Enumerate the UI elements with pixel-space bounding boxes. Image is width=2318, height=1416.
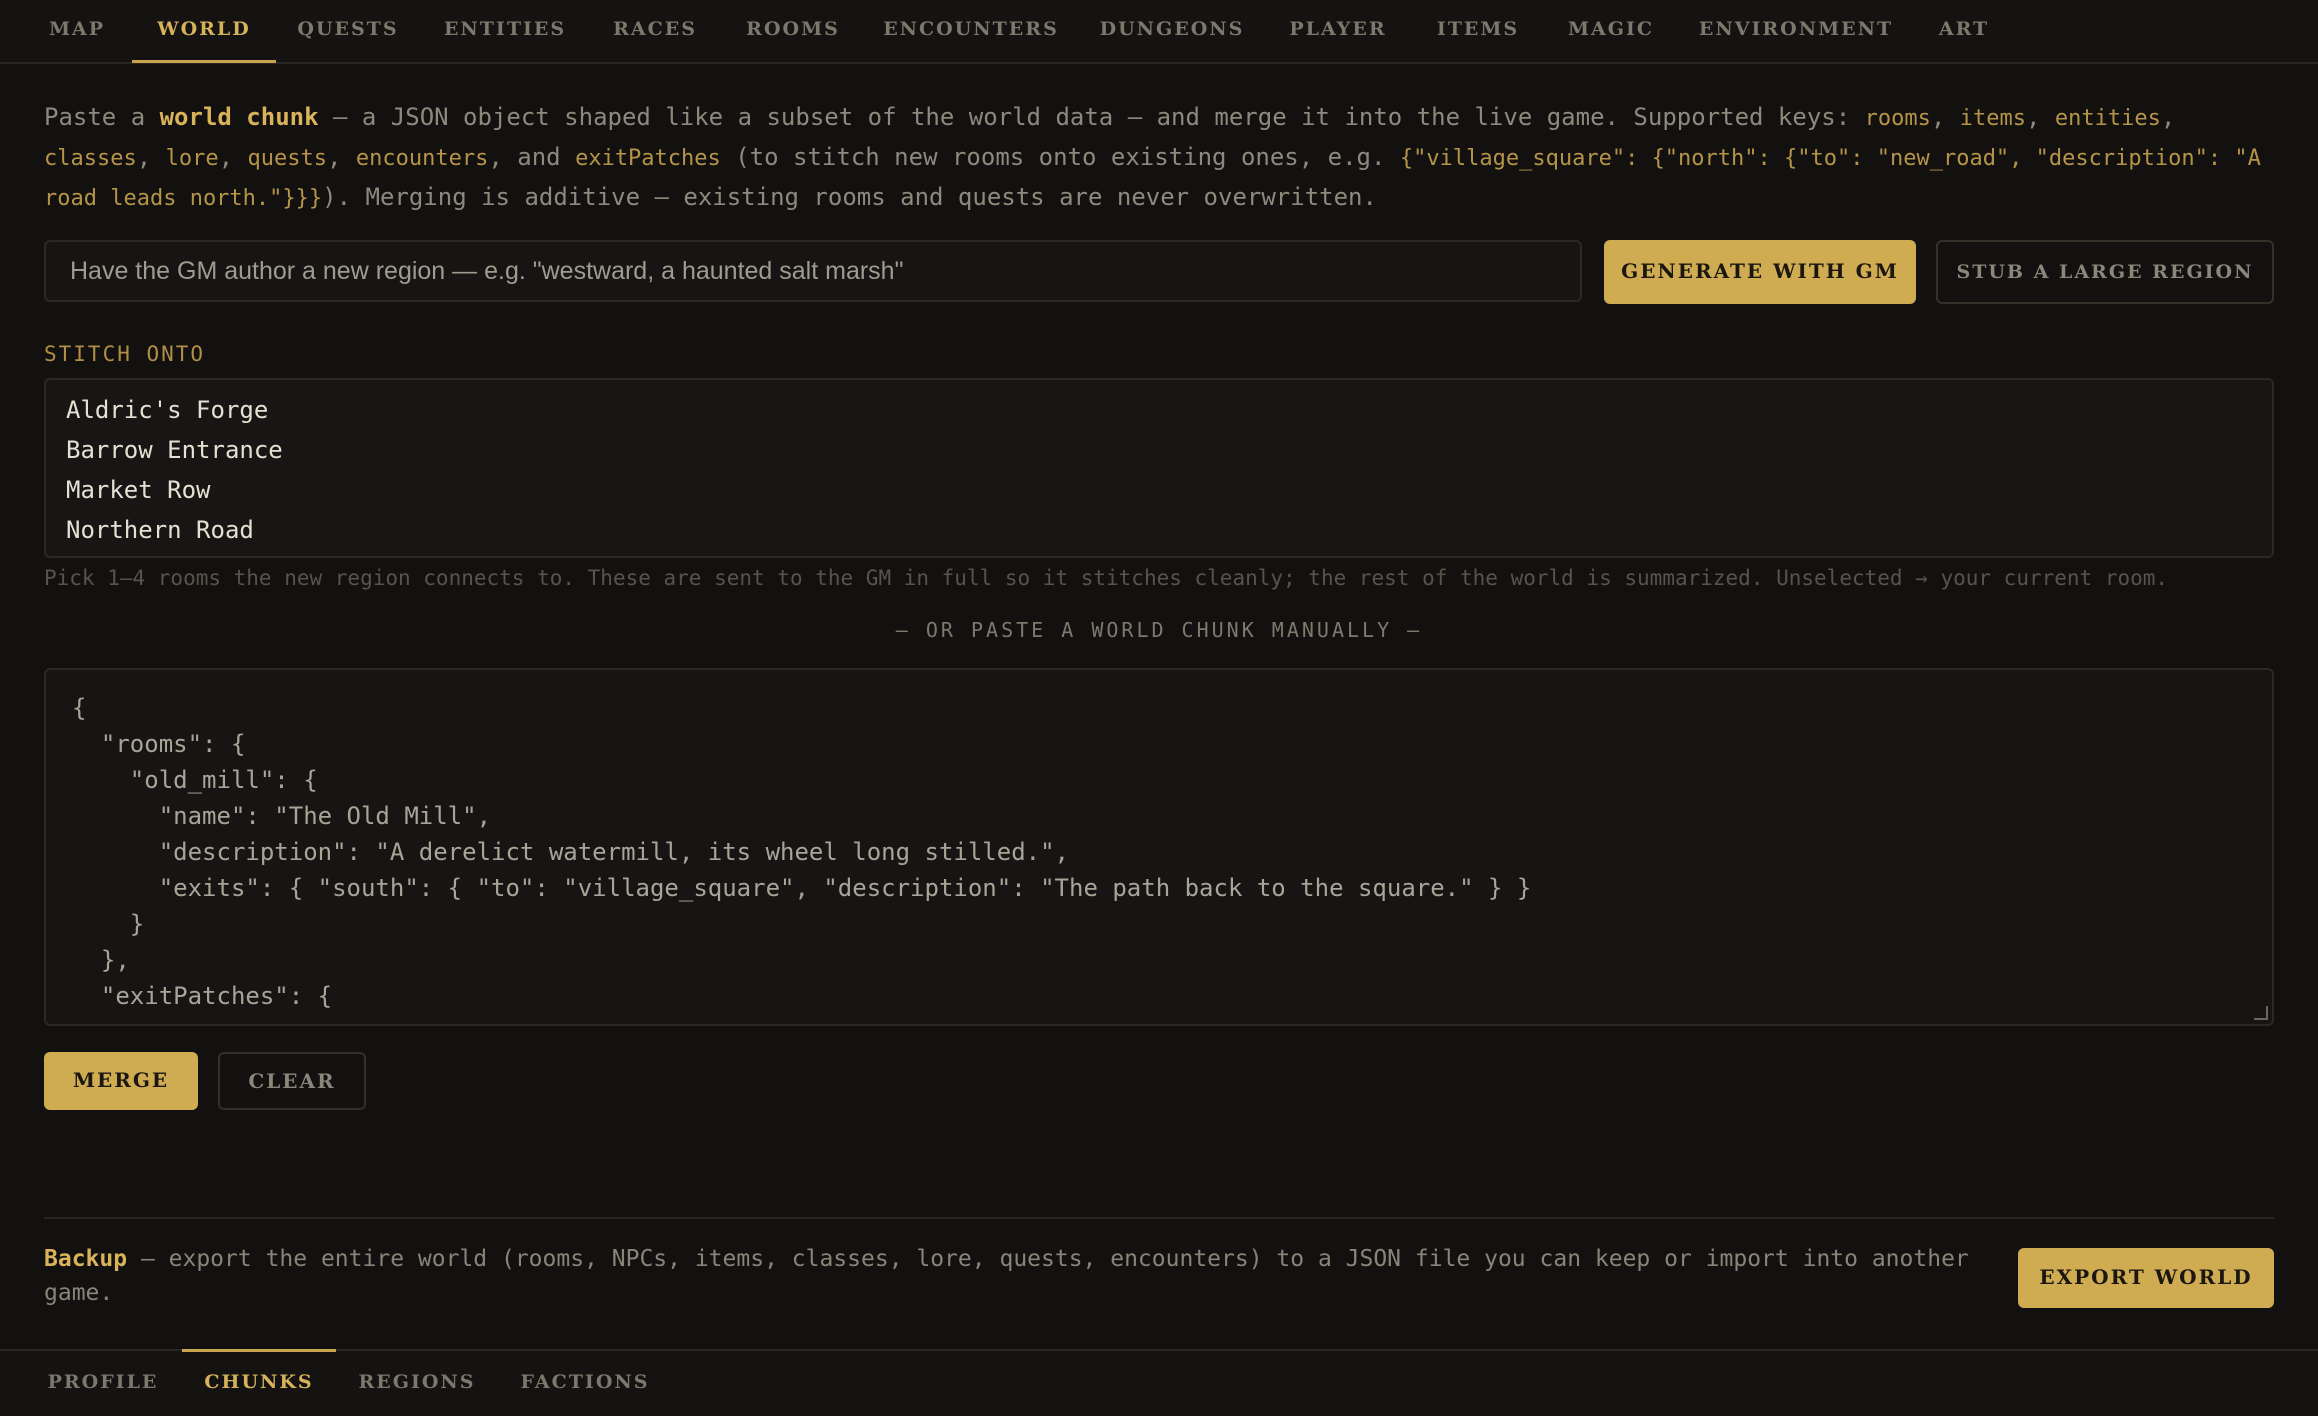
key-lore: lore	[165, 146, 219, 171]
tab-items[interactable]: ITEMS	[1428, 0, 1528, 62]
key-exitpatches: exitPatches	[575, 146, 721, 171]
stub-large-region-button[interactable]: STUB A LARGE REGION	[1936, 240, 2274, 304]
intro-text-1: Paste a	[44, 103, 160, 131]
tab-races[interactable]: RACES	[602, 0, 708, 62]
clear-button[interactable]: CLEAR	[218, 1052, 366, 1110]
tab-magic[interactable]: MAGIC	[1556, 0, 1666, 62]
key-classes: classes	[44, 146, 137, 171]
tab-environment[interactable]: ENVIRONMENT	[1696, 0, 1896, 62]
tab-player[interactable]: PLAYER	[1276, 0, 1400, 62]
stitch-option[interactable]: Barrow Entrance	[66, 430, 2252, 470]
tab-rooms[interactable]: ROOMS	[734, 0, 852, 62]
merge-button[interactable]: MERGE	[44, 1052, 198, 1110]
key-rooms: rooms	[1864, 106, 1931, 131]
manual-divider: — OR PASTE A WORLD CHUNK MANUALLY —	[895, 618, 1423, 642]
tab-world[interactable]: WORLD	[132, 0, 276, 63]
section-divider	[44, 1217, 2274, 1219]
stitch-option[interactable]: Market Row	[66, 470, 2252, 510]
backup-text: Backup — export the entire world (rooms,…	[44, 1242, 1994, 1310]
key-items: items	[1959, 106, 2026, 131]
stitch-room-select[interactable]: Aldric's Forge Barrow Entrance Market Ro…	[44, 378, 2274, 558]
backup-label: Backup	[44, 1246, 128, 1272]
resize-grip-icon[interactable]	[2254, 1006, 2268, 1020]
tab-map[interactable]: MAP	[30, 0, 124, 62]
region-prompt-input[interactable]: Have the GM author a new region — e.g. "…	[44, 240, 1582, 302]
intro-text: Paste a world chunk — a JSON object shap…	[44, 103, 2261, 211]
backup-description: — export the entire world (rooms, NPCs, …	[44, 1246, 1969, 1306]
intro-text-4: ). Merging is additive — existing rooms …	[322, 183, 1377, 211]
stitch-onto-label: STITCH ONTO	[44, 342, 206, 366]
export-world-button[interactable]: EXPORT WORLD	[2018, 1248, 2274, 1308]
stitch-option[interactable]: Northern Road	[66, 510, 2252, 550]
intro-and: and	[517, 143, 561, 171]
tab-regions[interactable]: REGIONS	[348, 1351, 486, 1414]
tab-encounters[interactable]: ENCOUNTERS	[876, 0, 1066, 62]
tab-entities[interactable]: ENTITIES	[432, 0, 578, 62]
tab-chunks[interactable]: CHUNKS	[182, 1349, 336, 1414]
tab-dungeons[interactable]: DUNGEONS	[1096, 0, 1248, 62]
tab-quests[interactable]: QUESTS	[288, 0, 408, 62]
top-tab-bar: MAP WORLD QUESTS ENTITIES RACES ROOMS EN…	[0, 0, 2318, 64]
key-quests: quests	[247, 146, 327, 171]
world-chunk-json: { "rooms": { "old_mill": { "name": "The …	[72, 694, 1532, 1010]
intro-text-2: — a JSON object shaped like a subset of …	[318, 103, 1865, 131]
world-chunk-textarea[interactable]: { "rooms": { "old_mill": { "name": "The …	[44, 668, 2274, 1026]
key-entities: entities	[2054, 106, 2161, 131]
bottom-tab-bar: PROFILE CHUNKS REGIONS FACTIONS	[0, 1349, 2318, 1416]
generate-with-gm-button[interactable]: GENERATE WITH GM	[1604, 240, 1916, 304]
tab-profile[interactable]: PROFILE	[30, 1351, 176, 1414]
key-encounters: encounters	[355, 146, 489, 171]
stitch-option[interactable]: Aldric's Forge	[66, 390, 2252, 430]
tab-art[interactable]: ART	[1928, 0, 2000, 62]
stitch-hint: Pick 1–4 rooms the new region connects t…	[44, 566, 2169, 590]
intro-highlight: world chunk	[159, 103, 319, 131]
intro-text-3: (to stitch new rooms onto existing ones,…	[720, 143, 1400, 171]
tab-factions[interactable]: FACTIONS	[510, 1351, 660, 1414]
